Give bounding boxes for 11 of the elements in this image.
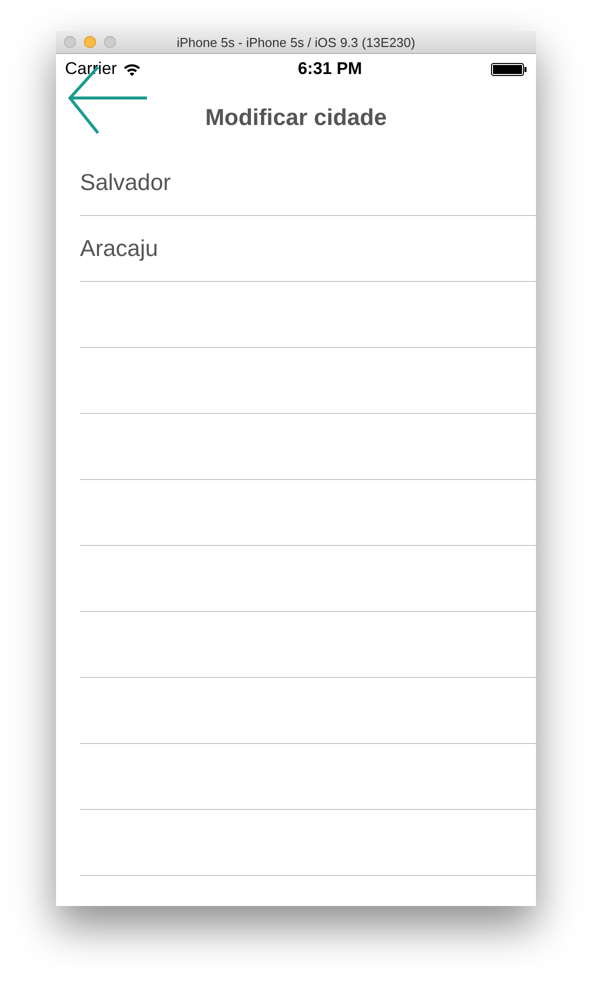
- city-item[interactable]: Aracaju: [80, 235, 158, 262]
- minimize-button[interactable]: [84, 36, 96, 48]
- window-title: iPhone 5s - iPhone 5s / iOS 9.3 (13E230): [176, 34, 416, 50]
- close-button[interactable]: [64, 36, 76, 48]
- wifi-icon: [122, 62, 141, 76]
- city-item[interactable]: Salvador: [80, 169, 171, 196]
- battery-icon: [490, 62, 527, 76]
- nav-title: Modificar cidade: [205, 104, 387, 130]
- zoom-button[interactable]: [104, 36, 116, 48]
- status-time: 6:31 PM: [298, 59, 362, 79]
- carrier-label: Carrier: [65, 59, 117, 79]
